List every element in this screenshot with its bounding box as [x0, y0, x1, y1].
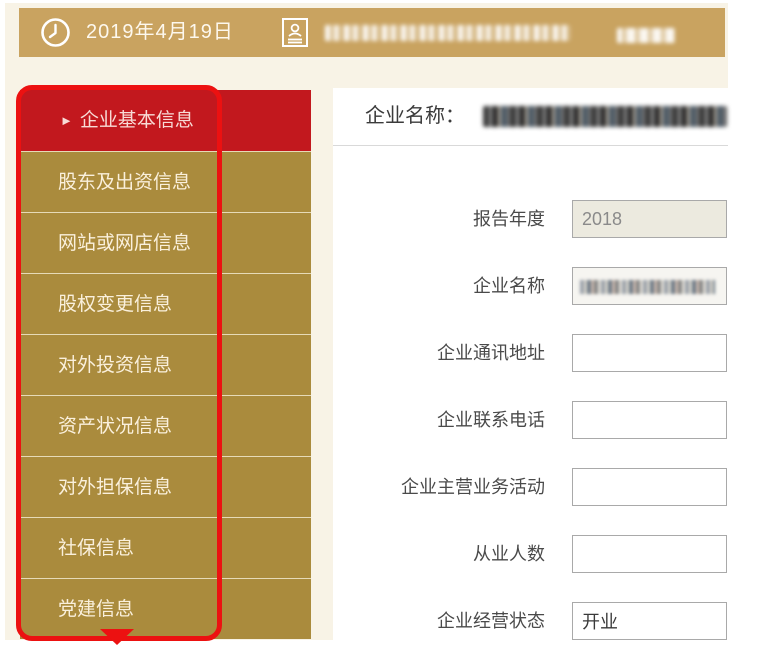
sidebar-item-website[interactable]: 网站或网店信息 — [20, 212, 311, 273]
form-row-mailing-address: 企业通讯地址 — [333, 334, 728, 372]
form-row-report-year: 报告年度 — [333, 200, 728, 238]
sidebar-item-shareholders[interactable]: 股东及出资信息 — [20, 151, 311, 212]
active-arrow-icon: ► — [60, 113, 73, 128]
page-title: 企业名称： — [365, 88, 465, 145]
sidebar-item-assets-status[interactable]: 资产状况信息 — [20, 395, 311, 456]
header-bar: 2019年4月19日 — [19, 8, 725, 57]
form-row-main-business: 企业主营业务活动 — [333, 468, 728, 506]
main-content-panel: 企业名称： 报告年度 企业名称 企业通讯地址 企业联系电话 企业主营业务活动 从… — [333, 88, 728, 647]
header-company-name-redacted — [325, 25, 571, 41]
form-row-company-name: 企业名称 — [333, 267, 728, 305]
sidebar-item-equity-change[interactable]: 股权变更信息 — [20, 273, 311, 334]
field-label: 企业通讯地址 — [333, 334, 545, 372]
form-row-contact-phone: 企业联系电话 — [333, 401, 728, 439]
content-title-row: 企业名称： — [333, 88, 728, 146]
employee-count-input[interactable] — [572, 535, 727, 573]
clock-icon — [40, 17, 71, 48]
main-business-input[interactable] — [572, 468, 727, 506]
sidebar-item-label: 股权变更信息 — [58, 294, 172, 315]
field-label: 企业联系电话 — [333, 401, 545, 439]
field-label: 企业主营业务活动 — [333, 468, 545, 506]
operating-status-input[interactable] — [572, 602, 727, 640]
mailing-address-input[interactable] — [572, 334, 727, 372]
field-label: 从业人数 — [333, 535, 545, 573]
sidebar-item-label: 股东及出资信息 — [58, 172, 191, 193]
field-label: 企业经营状态 — [333, 602, 545, 640]
id-card-icon — [280, 17, 310, 48]
field-label: 报告年度 — [333, 200, 545, 238]
sidebar-item-social-security[interactable]: 社保信息 — [20, 517, 311, 578]
sidebar-item-label: 资产状况信息 — [58, 416, 172, 437]
form-row-employee-count: 从业人数 — [333, 535, 728, 573]
sidebar-item-label: 党建信息 — [58, 599, 134, 620]
sidebar-item-external-investment[interactable]: 对外投资信息 — [20, 334, 311, 395]
sidebar-item-label: 对外担保信息 — [58, 477, 172, 498]
form-row-operating-status: 企业经营状态 — [333, 602, 728, 640]
sidebar-item-external-guarantee[interactable]: 对外担保信息 — [20, 456, 311, 517]
sidebar-item-party-building[interactable]: 党建信息 — [20, 578, 311, 639]
contact-phone-input[interactable] — [572, 401, 727, 439]
sidebar-item-label: 企业基本信息 — [80, 110, 194, 131]
title-company-name-redacted — [483, 106, 727, 127]
report-year-input — [572, 200, 727, 238]
field-label: 企业名称 — [333, 267, 545, 305]
header-user-name-redacted — [617, 28, 675, 43]
sidebar-item-label: 社保信息 — [58, 538, 134, 559]
sidebar-item-label: 对外投资信息 — [58, 355, 172, 376]
company-name-redacted-value — [580, 280, 715, 294]
sidebar-item-basic-info[interactable]: ► 企业基本信息 — [20, 90, 311, 151]
company-name-input — [572, 267, 727, 305]
sidebar-item-label: 网站或网店信息 — [58, 233, 191, 254]
sidebar-menu: ► 企业基本信息 股东及出资信息 网站或网店信息 股权变更信息 对外投资信息 资产… — [20, 90, 311, 639]
header-date: 2019年4月19日 — [86, 8, 234, 57]
